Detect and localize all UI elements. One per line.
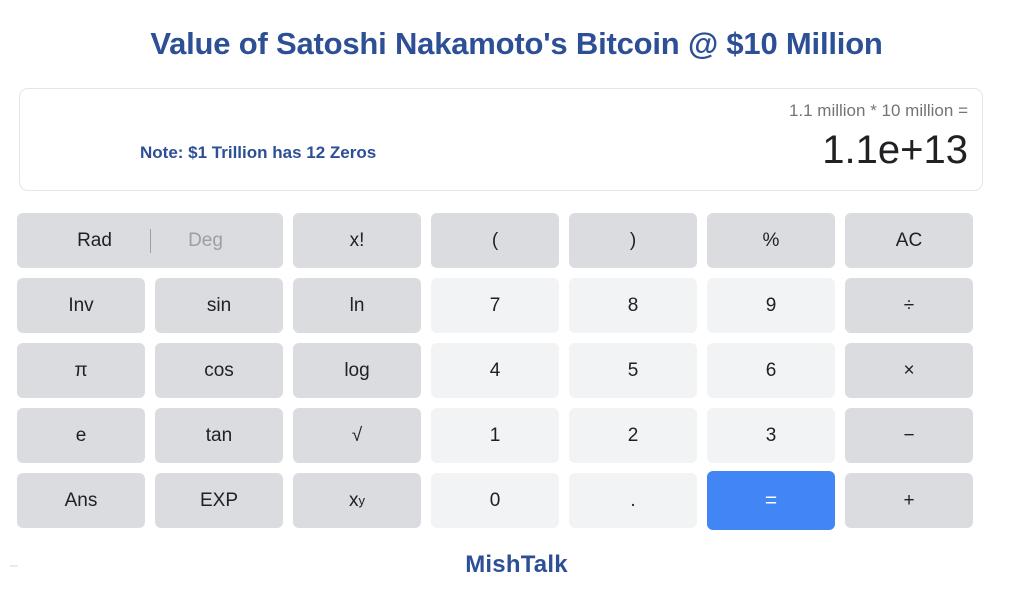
calculator-keypad: Rad Deg x! ( ) % AC Inv sin ln 7 8 9 ÷ π… <box>17 213 1017 530</box>
key-subtract[interactable]: − <box>845 408 973 463</box>
key-row: Inv sin ln 7 8 9 ÷ <box>17 278 1017 333</box>
key-power-base: x <box>349 489 359 511</box>
key-row: Rad Deg x! ( ) % AC <box>17 213 1017 268</box>
display-result: 1.1e+13 <box>822 128 968 172</box>
key-percent[interactable]: % <box>707 213 835 268</box>
angle-mode-rad[interactable]: Rad <box>40 230 150 252</box>
key-equals[interactable]: = <box>707 471 835 530</box>
key-multiply[interactable]: × <box>845 343 973 398</box>
key-all-clear[interactable]: AC <box>845 213 973 268</box>
key-9[interactable]: 9 <box>707 278 835 333</box>
key-square-root[interactable]: √ <box>293 408 421 463</box>
key-3[interactable]: 3 <box>707 408 835 463</box>
key-ln[interactable]: ln <box>293 278 421 333</box>
key-row: e tan √ 1 2 3 − <box>17 408 1017 463</box>
angle-mode-deg[interactable]: Deg <box>151 230 261 252</box>
key-add[interactable]: + <box>845 473 973 528</box>
corner-mark <box>10 565 18 567</box>
key-tan[interactable]: tan <box>155 408 283 463</box>
key-2[interactable]: 2 <box>569 408 697 463</box>
key-7[interactable]: 7 <box>431 278 559 333</box>
display-note: Note: $1 Trillion has 12 Zeros <box>140 143 377 162</box>
key-inverse[interactable]: Inv <box>17 278 145 333</box>
key-decimal-point[interactable]: . <box>569 473 697 528</box>
key-8[interactable]: 8 <box>569 278 697 333</box>
key-1[interactable]: 1 <box>431 408 559 463</box>
key-close-paren[interactable]: ) <box>569 213 697 268</box>
key-exponent[interactable]: EXP <box>155 473 283 528</box>
angle-mode-toggle[interactable]: Rad Deg <box>17 213 283 268</box>
key-pi[interactable]: π <box>17 343 145 398</box>
key-factorial[interactable]: x! <box>293 213 421 268</box>
key-4[interactable]: 4 <box>431 343 559 398</box>
key-answer[interactable]: Ans <box>17 473 145 528</box>
key-0[interactable]: 0 <box>431 473 559 528</box>
calculator-page: Value of Satoshi Nakamoto's Bitcoin @ $1… <box>0 0 1033 608</box>
key-sin[interactable]: sin <box>155 278 283 333</box>
key-6[interactable]: 6 <box>707 343 835 398</box>
key-log[interactable]: log <box>293 343 421 398</box>
footer-brand: MishTalk <box>465 551 568 578</box>
key-cos[interactable]: cos <box>155 343 283 398</box>
key-divide[interactable]: ÷ <box>845 278 973 333</box>
display-expression: 1.1 million * 10 million = <box>788 101 968 120</box>
calculator-display: Note: $1 Trillion has 12 Zeros 1.1 milli… <box>19 88 983 191</box>
key-euler[interactable]: e <box>17 408 145 463</box>
key-open-paren[interactable]: ( <box>431 213 559 268</box>
display-values: 1.1 million * 10 million = 1.1e+13 <box>789 99 968 175</box>
key-5[interactable]: 5 <box>569 343 697 398</box>
key-row: π cos log 4 5 6 × <box>17 343 1017 398</box>
page-title: Value of Satoshi Nakamoto's Bitcoin @ $1… <box>150 26 883 61</box>
key-power[interactable]: xy <box>293 473 421 528</box>
key-power-exponent: y <box>358 493 366 508</box>
angle-mode-toggle-inner: Rad Deg <box>17 228 283 253</box>
key-row: Ans EXP xy 0 . = + <box>17 471 1017 530</box>
